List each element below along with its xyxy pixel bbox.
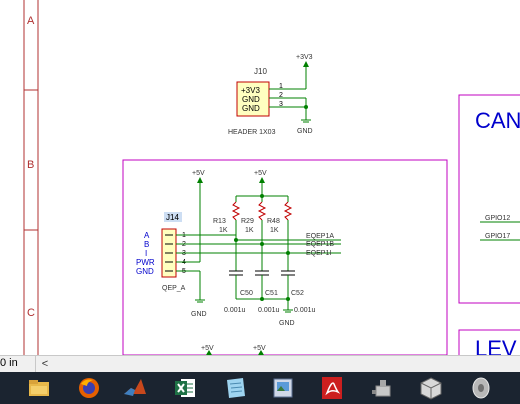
excel-icon[interactable] [171,376,199,400]
pdf-reader-icon[interactable] [318,376,346,400]
file-explorer-icon[interactable] [25,376,53,400]
j10-pin-num-1: 1 [279,83,283,90]
status-bar: 0 in < [0,355,520,372]
c52-value: 0.001u [294,307,316,314]
j10-pin-num-3: 3 [279,101,283,108]
taskbar [0,372,520,404]
can-title: CAN [475,108,520,133]
r13-ref: R13 [213,218,226,225]
j14-signal-i: I [145,249,147,258]
zone-label-b: B [27,159,34,171]
j10-pin-label-1: +3V3 [241,86,260,95]
image-viewer-icon[interactable] [269,376,297,400]
j10-pin-label-2: GND [242,95,260,104]
j10-pin-label-3: GND [242,104,260,113]
can-gpio12-label: GPIO12 [485,215,510,222]
j14-signal-a: A [144,231,150,240]
r29-ref: R29 [241,218,254,225]
lev-title: LEV [475,336,517,355]
j14-value: QEP_A [162,285,186,292]
zoom-readout: 0 in [0,357,18,369]
schematic-canvas[interactable]: A B C J10 +3V3 GND GND HEADER 1X03 1 2 3… [0,0,520,355]
resistor-power-label: +5V [254,170,267,177]
j14-gnd-label: GND [191,311,207,318]
j10-pin-num-2: 2 [279,92,283,99]
c52-ref: C52 [291,290,304,297]
resistor-r13[interactable] [231,196,241,240]
firefox-icon[interactable] [75,376,103,400]
can-gpio17-label: GPIO17 [485,233,510,240]
scroll-left-button[interactable]: < [38,356,52,372]
cap-gnd-label: GND [279,320,295,327]
capacitor-c52[interactable] [281,253,295,310]
j10-ref: J10 [254,67,267,76]
j14-signal-b: B [144,240,149,249]
resistor-r29[interactable] [257,196,267,244]
notepad-icon[interactable] [221,376,249,400]
3d-box-icon[interactable] [417,376,445,400]
j10-gnd-label: GND [297,128,313,135]
j14-ref-text: J14 [166,213,179,222]
bottom-power-label-1: +5V [201,345,214,352]
r29-value: 1K [245,227,254,234]
c50-ref: C50 [240,290,253,297]
j10-value: HEADER 1X03 [228,129,276,136]
net-eqep1b: EQEP1B [306,241,334,248]
zone-label-a: A [27,15,35,27]
c51-ref: C51 [265,290,278,297]
matlab-icon[interactable] [121,376,149,400]
j14-power-label: +5V [192,170,205,177]
zone-label-c: C [27,307,35,319]
net-eqep1i: EQEP1I [306,250,331,257]
c51-value: 0.001u [258,307,280,314]
disc-icon[interactable] [467,376,495,400]
bottom-power-label-2: +5V [253,345,266,352]
c50-value: 0.001u [224,307,246,314]
j14-signal-pwr: PWR [136,258,155,267]
j14-signal-gnd: GND [136,267,154,276]
status-separator [35,356,36,372]
r13-value: 1K [219,227,228,234]
j10-power-label: +3V3 [296,54,313,61]
usb-device-icon[interactable] [368,376,396,400]
net-eqep1a: EQEP1A [306,233,334,240]
r48-ref: R48 [267,218,280,225]
r48-value: 1K [270,227,279,234]
